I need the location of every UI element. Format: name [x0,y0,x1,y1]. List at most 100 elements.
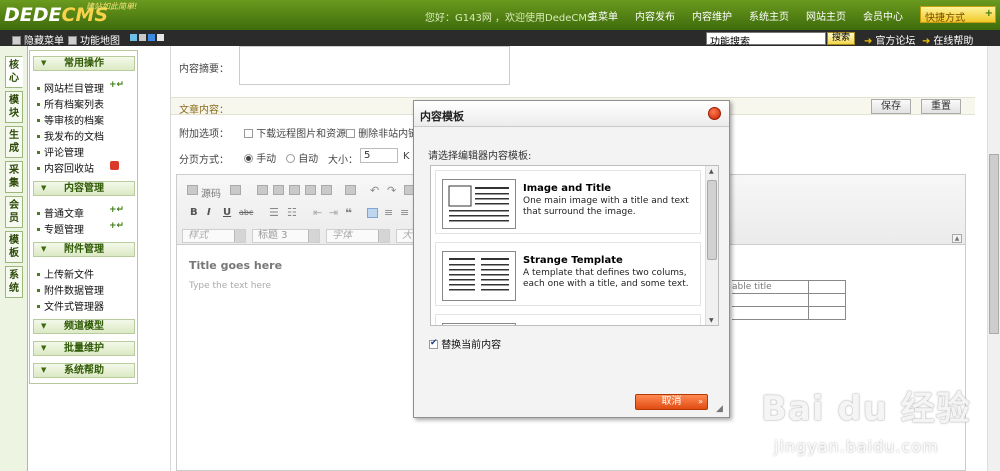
replace-content-checkbox[interactable] [429,338,438,349]
source-button[interactable]: 源码 [201,185,221,200]
align-center-icon[interactable]: ≡ [384,206,393,219]
menu-group-channel[interactable]: ▼ 频道模型 [33,319,135,334]
scroll-down-icon[interactable]: ▼ [709,317,714,324]
paging-manual-radio[interactable] [244,154,253,163]
numbered-list-icon[interactable]: ☰ [269,206,279,219]
editor-table[interactable]: able title [732,280,846,320]
nav-publish[interactable]: 内容发布 [635,8,675,23]
scrollbar-thumb[interactable] [989,154,999,334]
save-button[interactable]: 保存 [871,99,911,114]
reset-button[interactable]: 重置 [921,99,961,114]
delete-icon[interactable] [110,161,119,170]
search-button[interactable]: 搜索 [827,32,855,45]
dialog-header[interactable]: 内容模板 [414,101,729,127]
menu-item-pending[interactable]: 等审核的档案 [37,112,104,127]
menu-item-my-docs[interactable]: 我发布的文档 [37,128,104,143]
help-link[interactable]: ➜ 在线帮助 [922,32,973,47]
outdent-icon[interactable]: ⇤ [313,206,322,219]
summary-textarea[interactable] [239,46,510,85]
print-icon[interactable] [345,185,356,195]
resize-grip-icon[interactable]: ◢ [716,405,726,415]
nav-system-home[interactable]: 系统主页 [749,8,789,23]
replace-content-option[interactable]: 替换当前内容 [429,336,501,351]
add-icon[interactable]: +↵ [109,221,124,231]
scrollbar-thumb[interactable] [707,180,717,260]
vtab-generate[interactable]: 生成 [5,126,23,158]
menu-group-content[interactable]: ▼ 内容管理 [33,181,135,196]
paging-auto-option[interactable]: 自动 [286,150,318,165]
align-left-icon[interactable] [367,208,378,218]
page-scrollbar[interactable] [987,46,1000,471]
vtab-template[interactable]: 模板 [5,231,23,263]
font-combo[interactable]: 字体 [326,229,390,243]
cut-icon[interactable] [257,185,268,195]
template-item[interactable]: Strange Template A template that defines… [435,242,701,306]
download-remote-option[interactable]: 下载远程图片和资源 [244,125,346,140]
paste-word-icon[interactable] [321,185,332,195]
plus-icon[interactable]: + [985,8,993,19]
bullet-list-icon[interactable]: ☷ [287,206,297,219]
add-icon[interactable]: +↵ [109,80,124,90]
scroll-up-icon[interactable]: ▲ [709,168,714,175]
add-icon[interactable]: +↵ [109,205,124,215]
skin-swatch-2[interactable] [139,34,146,41]
menu-group-batch[interactable]: ▼ 批量维护 [33,341,135,356]
hide-menu-button[interactable]: 隐藏菜单 [12,32,64,47]
nav-member-center[interactable]: 会员中心 [863,8,903,23]
menu-item-topics[interactable]: 专题管理 [37,221,84,236]
menu-item-attach-data[interactable]: 附件数据管理 [37,282,104,297]
collapse-toolbar-icon[interactable]: ▲ [952,234,962,243]
paste-icon[interactable] [289,185,300,195]
quick-menu-button[interactable]: 快捷方式 + [920,6,996,24]
size-input[interactable]: 5 [360,148,398,163]
undo-icon[interactable]: ↶ [370,184,379,197]
vtab-collect[interactable]: 采集 [5,161,23,193]
menu-item-all-docs[interactable]: 所有档案列表 [37,96,104,111]
template-item[interactable]: Image and Title One main image with a ti… [435,170,701,234]
indent-icon[interactable]: ⇥ [329,206,338,219]
cancel-button[interactable]: 取消 » [635,394,708,410]
paging-auto-radio[interactable] [286,154,295,163]
copy-icon[interactable] [273,185,284,195]
align-right-icon[interactable]: ≡ [400,206,409,219]
menu-item-comments[interactable]: 评论管理 [37,144,84,159]
skin-swatch-1[interactable] [130,34,137,41]
editor-body-placeholder[interactable]: Type the text here [189,281,271,291]
blockquote-icon[interactable]: ❝ [345,206,352,220]
template-item[interactable] [435,314,701,325]
vtab-system[interactable]: 系统 [5,266,23,298]
editor-title-placeholder[interactable]: Title goes here [189,259,282,272]
nav-main-menu[interactable]: 主菜单 [588,8,618,23]
bold-icon[interactable]: B [190,207,198,218]
forum-link[interactable]: ➜ 官方论坛 [864,32,915,47]
download-remote-checkbox[interactable] [244,129,253,138]
redo-icon[interactable]: ↷ [387,184,396,197]
menu-group-attachments[interactable]: ▼ 附件管理 [33,242,135,257]
heading-combo[interactable]: 标题 3 [252,229,320,243]
function-map-button[interactable]: 功能地图 [68,32,120,47]
paste-text-icon[interactable] [305,185,316,195]
menu-item-recycle[interactable]: 内容回收站 [37,160,94,175]
document-icon[interactable] [230,185,241,195]
menu-item-file-manager[interactable]: 文件式管理器 [37,298,104,313]
strike-icon[interactable]: abc [239,208,253,217]
underline-icon[interactable]: U [223,207,231,218]
menu-item-upload[interactable]: 上传新文件 [37,266,94,281]
menu-item-columns[interactable]: 网站栏目管理 [37,80,104,95]
skin-swatch-3[interactable] [148,34,155,41]
nav-site-home[interactable]: 网站主页 [806,8,846,23]
source-icon[interactable] [187,185,198,195]
table-title-cell[interactable]: able title [732,280,809,294]
skin-swatch-4[interactable] [157,34,164,41]
template-list-scrollbar[interactable]: ▲ ▼ [705,166,718,325]
italic-icon[interactable]: I [207,207,211,218]
paging-manual-option[interactable]: 手动 [244,150,276,165]
vtab-core[interactable]: 核心 [5,56,23,88]
nav-maintain[interactable]: 内容维护 [692,8,732,23]
menu-item-article[interactable]: 普通文章 [37,205,84,220]
style-combo[interactable]: 样式 [182,229,246,243]
search-input[interactable]: 功能搜索 [706,32,826,48]
vtab-module[interactable]: 模块 [5,91,23,123]
close-icon[interactable] [708,107,721,120]
menu-group-common[interactable]: ▼ 常用操作 [33,56,135,71]
